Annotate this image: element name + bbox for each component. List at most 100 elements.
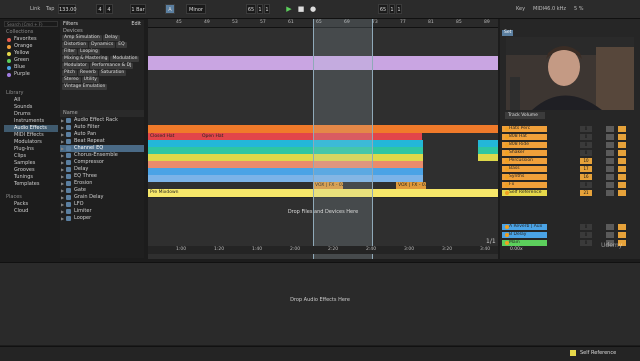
expand-arrow-icon[interactable]: ▶ <box>61 201 64 208</box>
clip[interactable] <box>478 140 498 147</box>
mixer-track[interactable]: Shaker 0 <box>500 150 640 157</box>
library-item-drums[interactable]: Drums <box>4 111 58 118</box>
arm-button[interactable] <box>618 142 626 148</box>
filter-tag[interactable]: Modulation <box>110 56 140 62</box>
library-item-plug-ins[interactable]: Plug-Ins <box>4 146 58 153</box>
library-item-samples[interactable]: Samples <box>4 160 58 167</box>
browser-item[interactable]: ▶ Chorus-Ensemble <box>60 152 144 159</box>
arm-button[interactable] <box>618 174 626 180</box>
track-activator-icon[interactable] <box>505 191 509 195</box>
mixer-track[interactable]: 808 Ride 0 <box>500 142 640 149</box>
position-bar[interactable]: 65 <box>246 4 256 14</box>
browser-item[interactable]: ▶ EQ Three <box>60 173 144 180</box>
expand-arrow-icon[interactable]: ▶ <box>61 215 64 222</box>
solo-button[interactable] <box>606 174 614 180</box>
filter-tag[interactable]: Mixing & Mastering <box>62 56 110 62</box>
track-name[interactable]: Bass <box>502 166 547 172</box>
edit-button[interactable]: Edit <box>131 20 141 28</box>
mixer-track[interactable]: Bass 17 <box>500 166 640 173</box>
mixer-track[interactable]: Fx 0 <box>500 182 640 189</box>
expand-arrow-icon[interactable]: ▶ <box>61 194 64 201</box>
place-item-cloud[interactable]: Cloud <box>4 208 58 215</box>
mixer-track[interactable]: Synths 16 <box>500 174 640 181</box>
filter-tag[interactable]: Pitch <box>62 70 77 76</box>
track-activator-icon[interactable] <box>505 241 509 245</box>
clip[interactable] <box>478 147 498 154</box>
solo-button[interactable] <box>606 134 614 140</box>
position-beat[interactable]: 1 <box>257 4 263 14</box>
library-item-templates[interactable]: Templates <box>4 181 58 188</box>
filter-tag[interactable]: Distortion <box>62 42 89 48</box>
browser-item[interactable]: ▶ Looper <box>60 215 144 222</box>
track-name[interactable]: Fx <box>502 182 547 188</box>
browser-item[interactable]: ▶ Auto Filter <box>60 124 144 131</box>
expand-arrow-icon[interactable]: ▶ <box>61 208 64 215</box>
arm-button[interactable] <box>618 166 626 172</box>
arm-button[interactable] <box>618 126 626 132</box>
expand-arrow-icon[interactable]: ▶ <box>61 180 64 187</box>
filter-tag[interactable]: Amp Simulation <box>62 35 102 41</box>
mixer-track[interactable]: Hats Perc 0 <box>500 126 640 133</box>
loop-region[interactable] <box>313 19 373 259</box>
browser-item[interactable]: ▶ Erosion <box>60 180 144 187</box>
mixer-track[interactable]: A Reverb | Aux 0 <box>500 224 640 231</box>
library-item-grooves[interactable]: Grooves <box>4 167 58 174</box>
expand-arrow-icon[interactable]: ▶ <box>61 152 64 159</box>
tempo-field[interactable]: 133.00 <box>58 4 77 14</box>
record-icon[interactable]: ● <box>308 4 318 14</box>
arm-button[interactable] <box>618 182 626 188</box>
volume-field[interactable]: 0 <box>580 150 592 156</box>
link-button[interactable]: Link <box>30 4 40 14</box>
collection-green[interactable]: Green <box>4 57 58 64</box>
volume-field[interactable]: 0 <box>580 142 592 148</box>
mixer-track[interactable]: 808 Hat 0 <box>500 134 640 141</box>
track-name[interactable]: Synths <box>502 174 547 180</box>
mixer-track[interactable]: Percussion 10 <box>500 158 640 165</box>
collection-favorites[interactable]: Favorites <box>4 36 58 43</box>
filter-tag[interactable]: Filter <box>62 49 78 55</box>
loop-start[interactable]: 65 <box>378 4 388 14</box>
filter-tag[interactable]: Utility <box>81 77 99 83</box>
mixer-track[interactable]: Self Reference 21 <box>500 190 640 197</box>
play-icon[interactable]: ▶ <box>284 4 294 14</box>
expand-arrow-icon[interactable]: ▶ <box>61 173 64 180</box>
position-sixteenth[interactable]: 1 <box>264 4 270 14</box>
track-activator-icon[interactable] <box>505 159 509 163</box>
volume-field[interactable]: 0 <box>580 134 592 140</box>
solo-button[interactable] <box>606 150 614 156</box>
quantize-menu[interactable]: 1 Bar <box>130 4 146 14</box>
collection-purple[interactable]: Purple <box>4 71 58 78</box>
library-item-clips[interactable]: Clips <box>4 153 58 160</box>
key-root[interactable]: A <box>165 4 175 14</box>
browser-item[interactable]: ▶ LFO <box>60 201 144 208</box>
solo-button[interactable] <box>606 166 614 172</box>
arm-button[interactable] <box>618 150 626 156</box>
clip[interactable] <box>148 154 423 161</box>
clip[interactable] <box>148 140 423 147</box>
arm-button[interactable] <box>618 232 626 238</box>
filter-tag[interactable]: Saturation <box>98 70 127 76</box>
place-item-packs[interactable]: Packs <box>4 201 58 208</box>
browser-item[interactable]: ▶ Gate <box>60 187 144 194</box>
expand-arrow-icon[interactable]: ▶ <box>61 159 64 166</box>
clip[interactable] <box>148 175 423 182</box>
expand-arrow-icon[interactable]: ▶ <box>61 131 64 138</box>
browser-item[interactable]: ▶ Delay <box>60 166 144 173</box>
track-activator-icon[interactable] <box>505 143 509 147</box>
solo-button[interactable] <box>606 142 614 148</box>
volume-field[interactable]: 0 <box>580 182 592 188</box>
filter-tag[interactable]: Looping <box>78 49 100 55</box>
track-name[interactable]: Hats Perc <box>502 126 547 132</box>
browser-item[interactable]: ▶ Beat Repeat <box>60 138 144 145</box>
solo-button[interactable] <box>606 158 614 164</box>
track-activator-icon[interactable] <box>505 167 509 171</box>
arm-button[interactable] <box>618 158 626 164</box>
solo-button[interactable] <box>606 190 614 196</box>
clip[interactable] <box>148 161 423 168</box>
library-item-modulators[interactable]: Modulators <box>4 139 58 146</box>
library-item-tunings[interactable]: Tunings <box>4 174 58 181</box>
filter-tag[interactable]: Performance & DJ <box>89 63 134 69</box>
library-item-instruments[interactable]: Instruments <box>4 118 58 125</box>
mixer-track[interactable]: B Delay 0 <box>500 232 640 239</box>
key-map-button[interactable]: Key <box>516 4 525 14</box>
